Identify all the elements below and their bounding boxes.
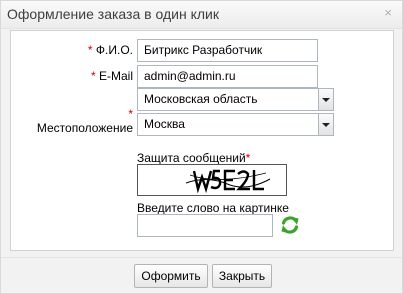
dialog-title: Оформление заказа в один клик bbox=[7, 6, 219, 22]
required-mark: * bbox=[87, 43, 93, 57]
fio-field[interactable]: Битрикс Разработчик bbox=[137, 39, 318, 62]
refresh-icon[interactable] bbox=[279, 214, 301, 236]
email-field[interactable]: admin@admin.ru bbox=[137, 65, 318, 88]
fio-label-text: Ф.И.О. bbox=[95, 43, 133, 57]
city-select-value: Москва bbox=[144, 117, 185, 131]
required-mark: * bbox=[90, 69, 96, 83]
captcha-input[interactable] bbox=[137, 214, 273, 237]
captcha-graphic bbox=[185, 169, 271, 194]
email-label: * E-Mail bbox=[61, 69, 133, 83]
fio-label: * Ф.И.О. bbox=[61, 43, 133, 57]
email-label-text: E-Mail bbox=[98, 69, 133, 83]
captcha-image bbox=[137, 164, 287, 196]
required-mark: * bbox=[128, 107, 133, 121]
dialog-titlebar[interactable]: Оформление заказа в один клик × bbox=[1, 1, 402, 29]
city-select[interactable]: Москва bbox=[137, 113, 334, 136]
region-select-value: Московская область bbox=[144, 92, 258, 106]
region-select[interactable]: Московская область bbox=[137, 88, 334, 111]
chevron-down-icon[interactable] bbox=[318, 114, 333, 135]
location-label: * Местоположение bbox=[31, 107, 133, 135]
captcha-label: Защита сообщений* bbox=[137, 151, 250, 165]
required-mark: * bbox=[245, 151, 251, 165]
submit-order-button[interactable]: Оформить bbox=[134, 264, 208, 288]
one-click-order-dialog: Оформление заказа в один клик × * Ф.И.О.… bbox=[0, 0, 403, 294]
captcha-label-text: Защита сообщений bbox=[137, 151, 246, 165]
location-label-text: Местоположение bbox=[36, 121, 133, 135]
close-icon[interactable]: × bbox=[384, 5, 392, 20]
footer-divider bbox=[1, 257, 402, 258]
chevron-down-icon[interactable] bbox=[318, 89, 333, 110]
captcha-prompt: Введите слово на картинке bbox=[137, 201, 289, 215]
close-button[interactable]: Закрыть bbox=[212, 264, 272, 288]
